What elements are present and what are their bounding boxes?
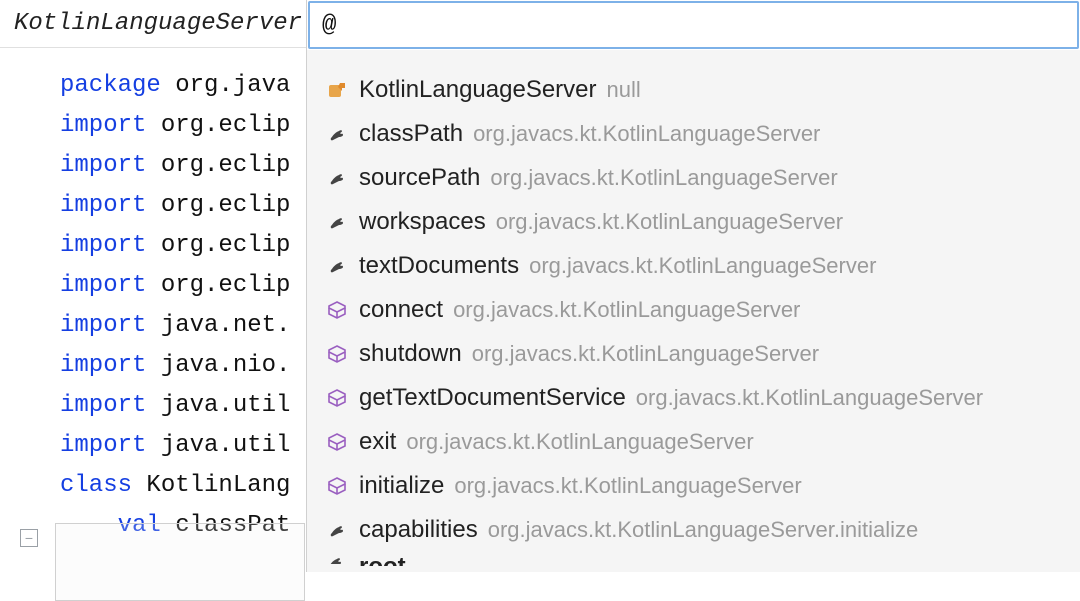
result-name: exit	[359, 420, 396, 464]
result-qualifier: org.javacs.kt.KotlinLanguageServer	[453, 288, 800, 332]
result-name: classPath	[359, 112, 463, 156]
fold-toggle-icon[interactable]: −	[20, 529, 38, 547]
result-name: textDocuments	[359, 244, 519, 288]
result-qualifier: org.javacs.kt.KotlinLanguageServer	[496, 200, 843, 244]
method-icon	[325, 298, 349, 322]
result-qualifier: org.javacs.kt.KotlinLanguageServer	[529, 244, 876, 288]
result-qualifier: org.javacs.kt.KotlinLanguageServer	[454, 464, 801, 508]
method-icon	[325, 430, 349, 454]
method-icon	[325, 474, 349, 498]
field-icon	[325, 210, 349, 234]
result-qualifier: org.javacs.kt.KotlinLanguageServer	[490, 156, 837, 200]
result-name: initialize	[359, 464, 444, 508]
search-result-item[interactable]: textDocumentsorg.javacs.kt.KotlinLanguag…	[307, 244, 1080, 288]
result-name: root	[359, 552, 406, 566]
symbol-search-input[interactable]: @	[308, 1, 1079, 49]
search-results-list: KotlinLanguageServernullclassPathorg.jav…	[307, 50, 1080, 572]
symbol-search-popup: @ KotlinLanguageServernullclassPathorg.j…	[306, 0, 1080, 572]
result-name: shutdown	[359, 332, 462, 376]
search-result-item[interactable]: shutdownorg.javacs.kt.KotlinLanguageServ…	[307, 332, 1080, 376]
field-icon	[325, 518, 349, 542]
class-selection-highlight	[55, 523, 305, 601]
field-icon	[325, 552, 349, 564]
result-qualifier: org.javacs.kt.KotlinLanguageServer	[472, 332, 819, 376]
field-icon	[325, 254, 349, 278]
result-qualifier: org.javacs.kt.KotlinLanguageServer.initi…	[488, 508, 918, 552]
tab-label[interactable]: KotlinLanguageServer.	[14, 10, 316, 37]
search-result-item[interactable]: getTextDocumentServiceorg.javacs.kt.Kotl…	[307, 376, 1080, 420]
search-result-item-partial[interactable]: root	[307, 552, 1080, 572]
result-name: KotlinLanguageServer	[359, 68, 597, 112]
search-result-item[interactable]: sourcePathorg.javacs.kt.KotlinLanguageSe…	[307, 156, 1080, 200]
result-name: sourcePath	[359, 156, 480, 200]
result-name: getTextDocumentService	[359, 376, 626, 420]
search-input-value: @	[322, 12, 336, 39]
result-name: workspaces	[359, 200, 486, 244]
field-icon	[325, 122, 349, 146]
search-result-item[interactable]: connectorg.javacs.kt.KotlinLanguageServe…	[307, 288, 1080, 332]
search-result-item[interactable]: exit org.javacs.kt.KotlinLanguageServer	[307, 420, 1080, 464]
search-result-item[interactable]: initializeorg.javacs.kt.KotlinLanguageSe…	[307, 464, 1080, 508]
method-icon	[325, 342, 349, 366]
result-qualifier: org.javacs.kt.KotlinLanguageServer	[473, 112, 820, 156]
result-name: capabilities	[359, 508, 478, 552]
search-result-item[interactable]: classPathorg.javacs.kt.KotlinLanguageSer…	[307, 112, 1080, 156]
result-qualifier: org.javacs.kt.KotlinLanguageServer	[636, 376, 983, 420]
result-name: connect	[359, 288, 443, 332]
method-icon	[325, 386, 349, 410]
result-qualifier: null	[607, 68, 641, 112]
search-result-item[interactable]: workspacesorg.javacs.kt.KotlinLanguageSe…	[307, 200, 1080, 244]
field-icon	[325, 166, 349, 190]
search-result-item[interactable]: KotlinLanguageServer null	[307, 68, 1080, 112]
class-icon	[325, 78, 349, 102]
search-result-item[interactable]: capabilitiesorg.javacs.kt.KotlinLanguage…	[307, 508, 1080, 552]
result-qualifier: org.javacs.kt.KotlinLanguageServer	[406, 420, 753, 464]
